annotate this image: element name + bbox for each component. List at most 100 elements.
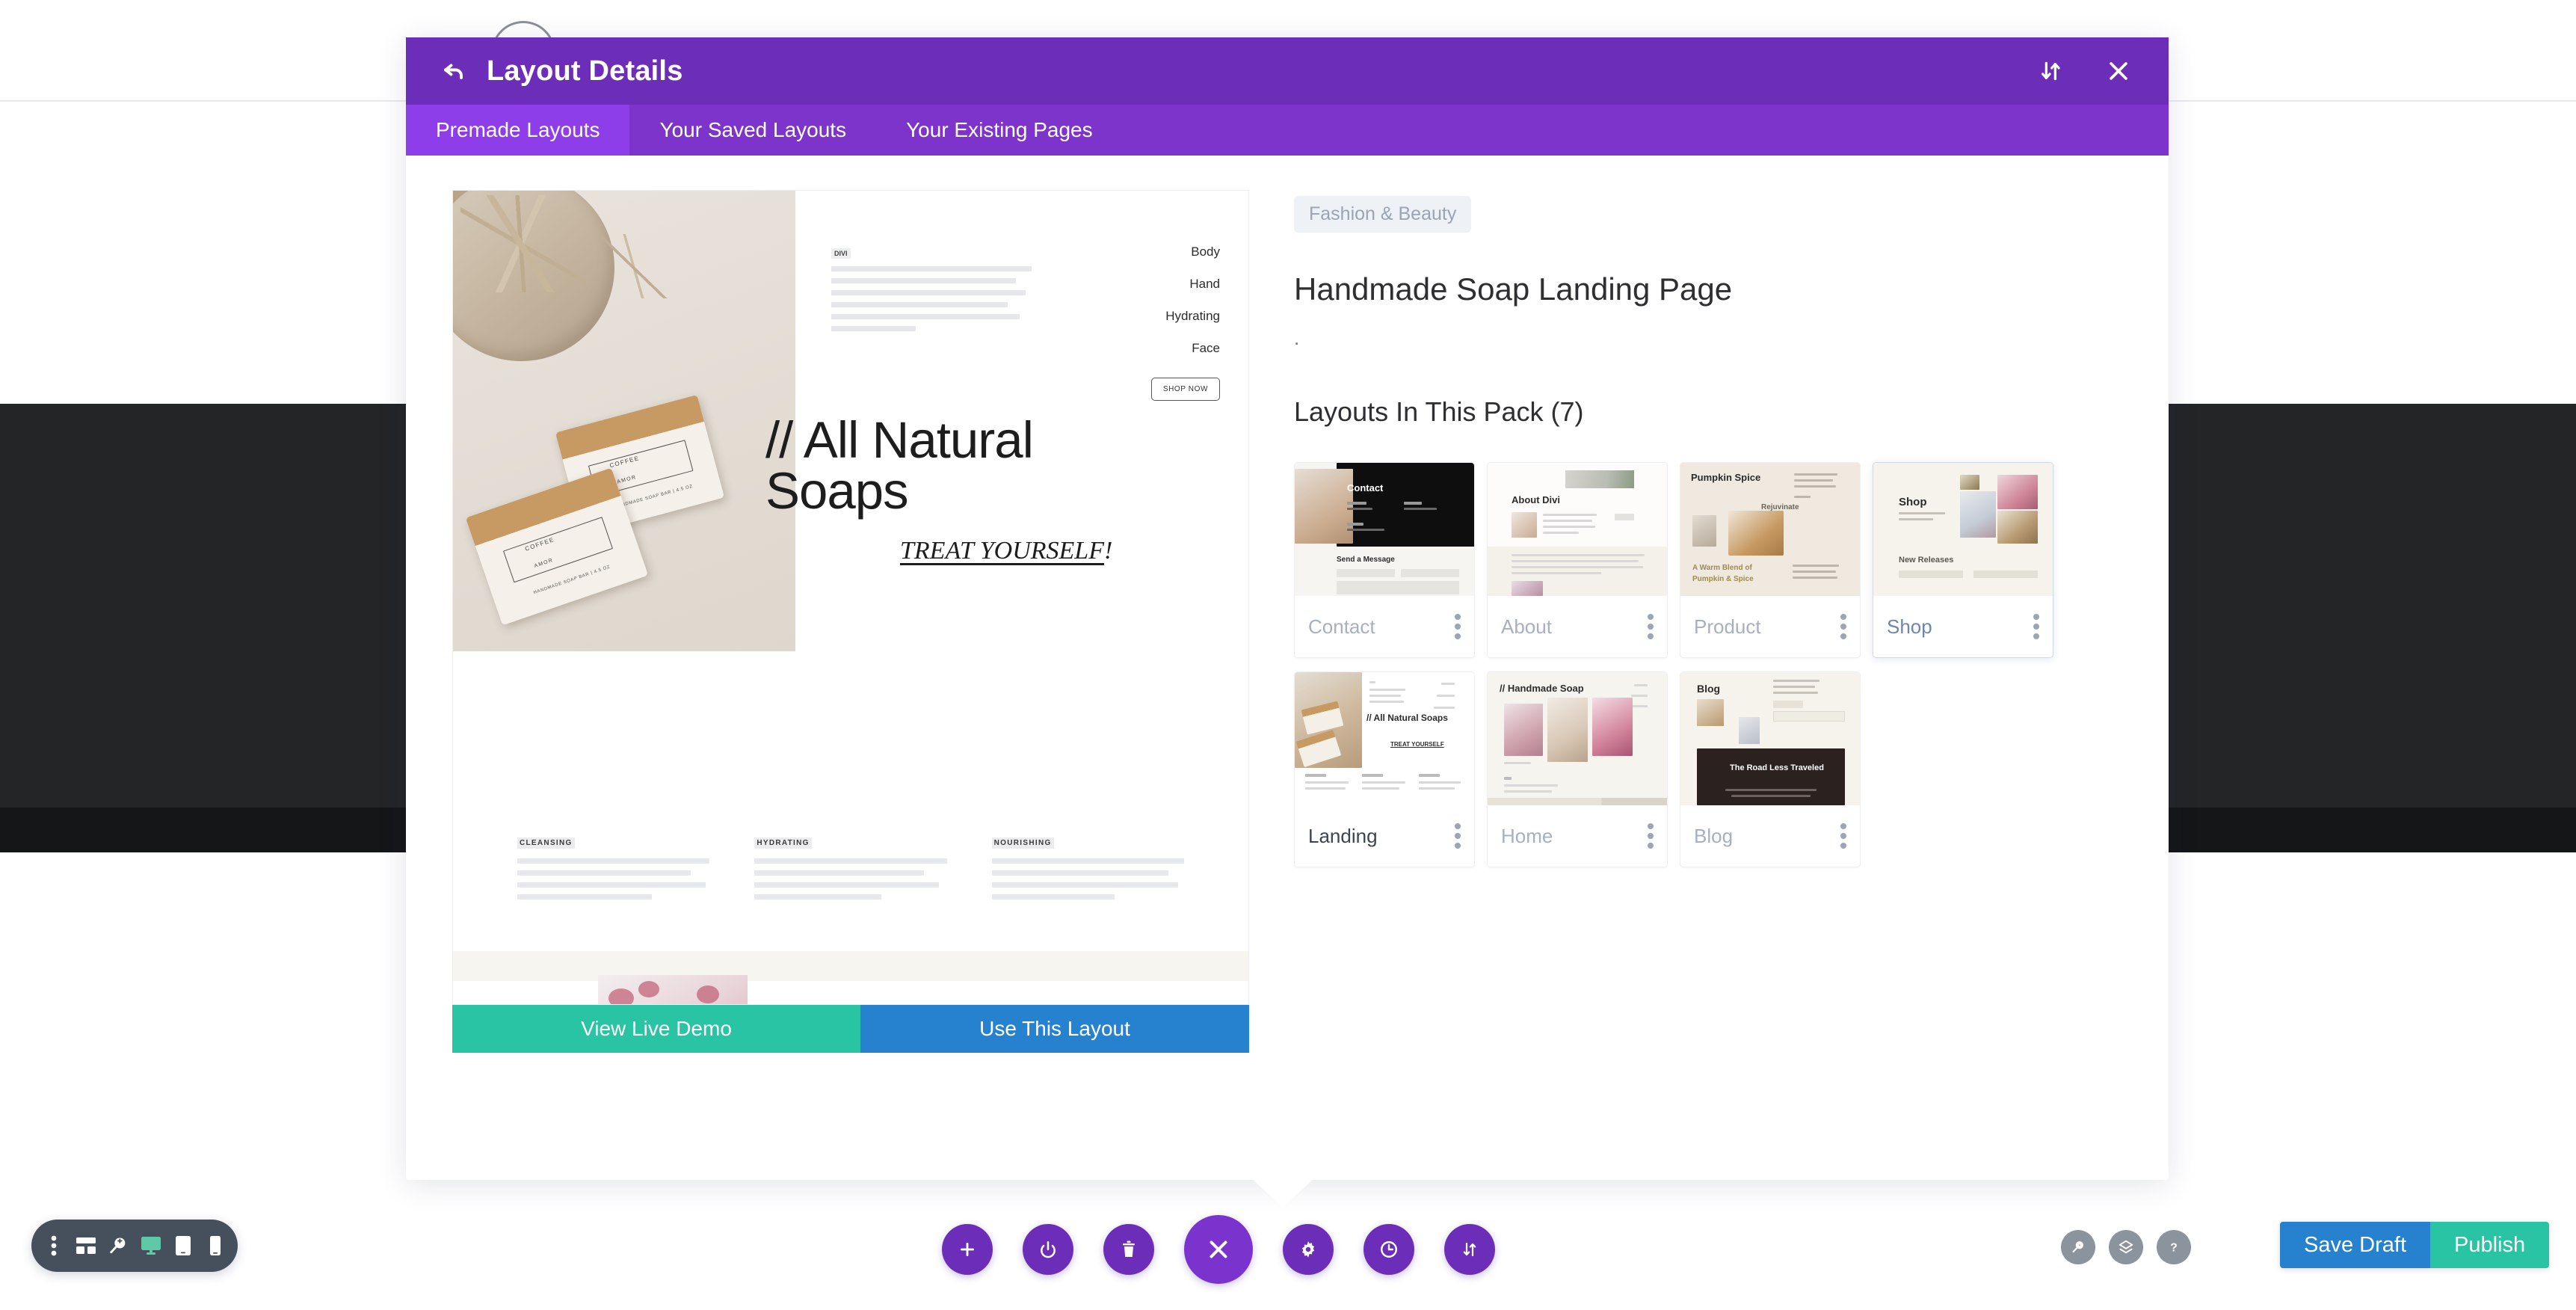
layout-card-label: Product: [1694, 615, 1761, 638]
preview-feature-heading: CLEANSING: [517, 837, 575, 849]
modal-header: Layout Details: [406, 37, 2169, 105]
phone-icon[interactable]: [202, 1232, 229, 1259]
layout-card-footer: Shop: [1873, 596, 2053, 657]
three-dots-vertical-icon[interactable]: [1648, 823, 1654, 849]
preview-text-line: [831, 326, 916, 331]
tab-your-saved-layouts[interactable]: Your Saved Layouts: [629, 105, 876, 156]
layout-card-label: Blog: [1694, 824, 1734, 847]
layout-card-footer: Contact: [1295, 596, 1474, 657]
preview-headline-line2: Soaps: [765, 461, 909, 520]
preview-feature-column: NOURISHING: [991, 835, 1184, 906]
preview-twigs-shape: [460, 195, 588, 292]
preview-text-line: [831, 290, 1026, 295]
thumb-title: About Divi: [1512, 494, 1560, 505]
trash-icon[interactable]: [1103, 1224, 1154, 1275]
modal-pointer-notch: [1253, 1180, 1313, 1207]
desktop-icon[interactable]: [138, 1232, 164, 1259]
preview-intro-text: DIVI: [831, 246, 1032, 338]
sort-arrows-icon[interactable]: [1444, 1224, 1495, 1275]
tab-your-existing-pages[interactable]: Your Existing Pages: [876, 105, 1123, 156]
preview-action-buttons: View Live Demo Use This Layout: [452, 1005, 1249, 1053]
page-title: Layout Details: [487, 55, 683, 87]
three-dots-vertical-icon[interactable]: [1455, 614, 1461, 639]
preview-feature-column: CLEANSING: [517, 835, 710, 906]
view-live-demo-button[interactable]: View Live Demo: [452, 1005, 860, 1053]
close-icon[interactable]: [1184, 1215, 1253, 1284]
thumb-title: Shop: [1899, 496, 1927, 508]
thumb-subtitle: New Releases: [1899, 556, 1954, 565]
sort-arrows-icon[interactable]: [2033, 52, 2070, 90]
layout-preview-column: COFFEE AMOR HANDMADE SOAP BAR | 4.5 OZ C…: [452, 190, 1249, 1180]
layout-card-footer: Blog: [1680, 805, 1860, 867]
layers-icon[interactable]: [2109, 1230, 2143, 1264]
layout-card-blog[interactable]: Blog The Road Less Traveled Blog: [1680, 671, 1861, 867]
layout-thumbnail: Shop New Releases: [1873, 463, 2053, 596]
layout-card-about[interactable]: About Divi About: [1487, 462, 1668, 658]
layout-card-product[interactable]: Pumpkin Spice Rejuvinate A Warm Blend of…: [1680, 462, 1861, 658]
add-icon[interactable]: [942, 1224, 993, 1275]
layout-card-landing[interactable]: // All Natural Soaps TREAT YOURSELF Land…: [1294, 671, 1475, 867]
layout-card-shop[interactable]: Shop New Releases Shop: [1873, 462, 2053, 658]
layout-card-label: About: [1501, 615, 1552, 638]
preview-text-line: [831, 278, 1016, 283]
wireframe-icon[interactable]: [73, 1232, 99, 1259]
gear-icon[interactable]: [1283, 1224, 1334, 1275]
pack-count-heading: Layouts In This Pack (7): [1294, 396, 1584, 427]
editor-utility-icons: ?: [2061, 1230, 2191, 1264]
layout-card-home[interactable]: // Handmade Soap Home: [1487, 671, 1668, 867]
thumb-title: Contact: [1347, 482, 1384, 493]
help-icon[interactable]: ?: [2157, 1230, 2191, 1264]
zoom-in-icon[interactable]: [105, 1232, 132, 1259]
preview-text-line: [991, 858, 1184, 864]
three-dots-vertical-icon[interactable]: [1840, 614, 1846, 639]
preview-lower-section: // Donec Velit Neque Auctor Sit: [453, 951, 1248, 1004]
petal-shape: [697, 985, 719, 1003]
preview-tagline-mark: !: [1103, 537, 1113, 565]
preview-text-line: [517, 882, 706, 888]
preview-hero-section: COFFEE AMOR HANDMADE SOAP BAR | 4.5 OZ C…: [453, 191, 1248, 796]
preview-text-line: [991, 870, 1169, 876]
use-this-layout-button[interactable]: Use This Layout: [860, 1005, 1249, 1053]
history-icon[interactable]: [1364, 1224, 1414, 1275]
layout-card-label: Home: [1501, 824, 1553, 847]
preview-text-line: [991, 894, 1115, 900]
pack-title: Handmade Soap Landing Page: [1294, 271, 1733, 307]
layout-card-contact[interactable]: Contact Send a Message Contact: [1294, 462, 1475, 658]
layout-card-footer: Product: [1680, 596, 1860, 657]
layout-card-footer: Home: [1488, 805, 1667, 867]
preview-nav-item-hand: Hand: [1189, 277, 1220, 291]
three-dots-vertical-icon[interactable]: [40, 1232, 67, 1259]
publish-button[interactable]: Publish: [2430, 1222, 2550, 1268]
preview-text-line: [991, 882, 1179, 888]
tablet-icon[interactable]: [170, 1232, 197, 1259]
back-arrow-icon[interactable]: [439, 55, 470, 87]
three-dots-vertical-icon[interactable]: [1455, 823, 1461, 849]
thumb-subtitle: TREAT YOURSELF: [1390, 741, 1444, 748]
layout-card-footer: About: [1488, 596, 1667, 657]
layout-thumbnail: // All Natural Soaps TREAT YOURSELF: [1295, 672, 1474, 805]
tab-premade-layouts[interactable]: Premade Layouts: [406, 105, 630, 156]
save-draft-button[interactable]: Save Draft: [2280, 1222, 2430, 1268]
main-editor-toolbar: [942, 1215, 1615, 1284]
three-dots-vertical-icon[interactable]: [1648, 614, 1654, 639]
preview-text-line: [831, 314, 1020, 319]
preview-text-line: [831, 266, 1032, 271]
pack-description: .: [1294, 327, 1300, 349]
preview-headline: // All Natural Soaps TREAT YOURSELF!: [765, 414, 1229, 565]
layout-card-footer: Landing: [1295, 805, 1474, 867]
search-icon[interactable]: [2061, 1230, 2095, 1264]
three-dots-vertical-icon[interactable]: [2033, 614, 2039, 639]
category-badge[interactable]: Fashion & Beauty: [1294, 196, 1472, 233]
petal-shape: [608, 988, 634, 1004]
layout-thumbnail: Blog The Road Less Traveled: [1680, 672, 1860, 805]
layout-thumbnail: // Handmade Soap: [1488, 672, 1667, 805]
close-icon[interactable]: [2100, 52, 2137, 90]
three-dots-vertical-icon[interactable]: [1840, 823, 1846, 849]
modal-body: COFFEE AMOR HANDMADE SOAP BAR | 4.5 OZ C…: [406, 156, 2169, 1180]
thumb-title: Blog: [1697, 683, 1721, 695]
power-icon[interactable]: [1023, 1224, 1073, 1275]
preview-text-line: [754, 858, 947, 864]
preview-lower-photo: [598, 975, 748, 1004]
preview-text-line: [517, 870, 691, 876]
preview-feature-heading: NOURISHING: [991, 837, 1054, 849]
